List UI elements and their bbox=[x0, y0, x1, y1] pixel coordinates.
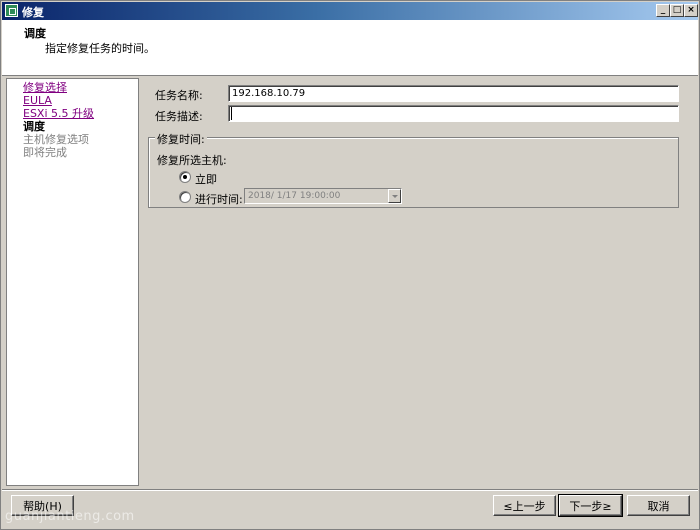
step-description: 指定修复任务的时间。 bbox=[45, 42, 155, 55]
scheduled-time-label[interactable]: 进行时间: bbox=[195, 191, 243, 207]
wizard-header: 调度 指定修复任务的时间。 bbox=[2, 20, 698, 76]
radio-scheduled-time[interactable] bbox=[179, 191, 191, 203]
task-description-label: 任务描述: bbox=[155, 110, 203, 123]
watermark: guanjiantieng.com bbox=[5, 509, 135, 524]
remediation-time-legend: 修复时间: bbox=[155, 131, 207, 147]
title-bar[interactable]: 修复 _ □ × bbox=[2, 2, 698, 20]
step-title: 调度 bbox=[24, 27, 46, 40]
radio-immediately[interactable] bbox=[179, 171, 191, 183]
minimize-button[interactable]: _ bbox=[656, 4, 670, 17]
app-icon bbox=[5, 4, 18, 17]
maximize-button[interactable]: □ bbox=[670, 4, 684, 17]
nav-item-schedule: 调度 bbox=[23, 120, 45, 133]
text-caret bbox=[231, 107, 232, 120]
remediate-selected-hosts-label: 修复所选主机: bbox=[157, 154, 227, 167]
nav-item-remediation-selection[interactable]: 修复选择 bbox=[23, 81, 67, 94]
nav-item-ready-to-complete: 即将完成 bbox=[23, 146, 67, 159]
nav-item-esxi-upgrade[interactable]: ESXi 5.5 升级 bbox=[23, 107, 94, 120]
task-description-input[interactable] bbox=[228, 105, 679, 122]
close-button[interactable]: × bbox=[684, 4, 698, 17]
scheduled-time-picker[interactable]: 2018/ 1/17 19:00:00 bbox=[244, 188, 402, 204]
footer-separator bbox=[2, 489, 698, 491]
chevron-down-icon[interactable] bbox=[388, 189, 401, 203]
immediately-label[interactable]: 立即 bbox=[195, 171, 217, 187]
task-name-input[interactable]: 192.168.10.79 bbox=[228, 85, 679, 102]
nav-item-host-remediation-options: 主机修复选项 bbox=[23, 133, 89, 146]
scheduled-time-value: 2018/ 1/17 19:00:00 bbox=[248, 191, 341, 201]
task-name-label: 任务名称: bbox=[155, 89, 203, 102]
back-button[interactable]: ≤上一步 bbox=[493, 495, 556, 516]
window-title: 修复 bbox=[22, 6, 44, 19]
nav-item-eula[interactable]: EULA bbox=[23, 94, 52, 107]
cancel-button[interactable]: 取消 bbox=[627, 495, 690, 516]
next-button[interactable]: 下一步≥ bbox=[558, 494, 623, 517]
wizard-step-nav: 修复选择 EULA ESXi 5.5 升级 调度 主机修复选项 即将完成 bbox=[6, 78, 139, 486]
remediate-wizard-window: 修复 _ □ × 调度 指定修复任务的时间。 修复选择 EULA ESXi 5.… bbox=[0, 0, 700, 530]
